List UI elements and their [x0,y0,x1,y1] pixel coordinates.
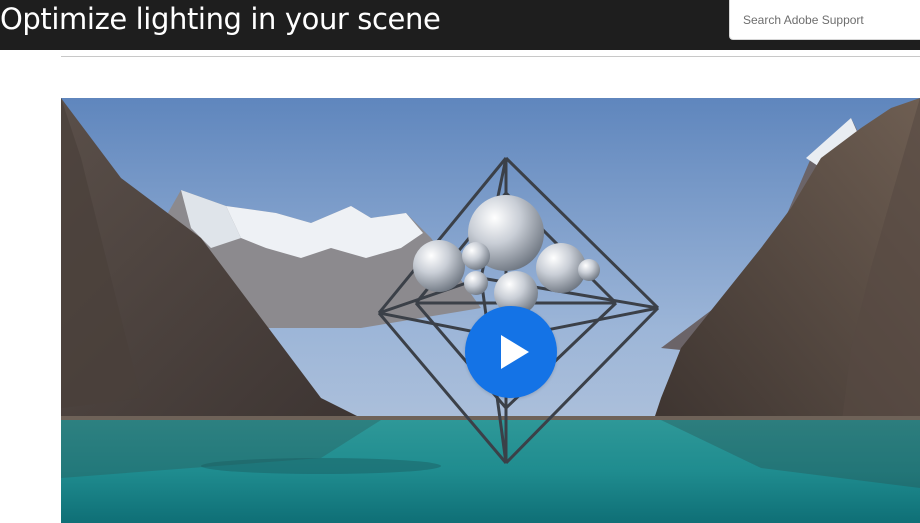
play-button[interactable] [465,306,557,398]
search-box[interactable] [729,0,920,40]
video-player[interactable] [61,98,920,523]
play-icon [501,335,529,369]
divider [61,56,920,57]
search-input[interactable] [730,0,920,39]
site-header: Optimize lighting in your scene [0,0,920,50]
page-title: Optimize lighting in your scene [0,2,441,36]
